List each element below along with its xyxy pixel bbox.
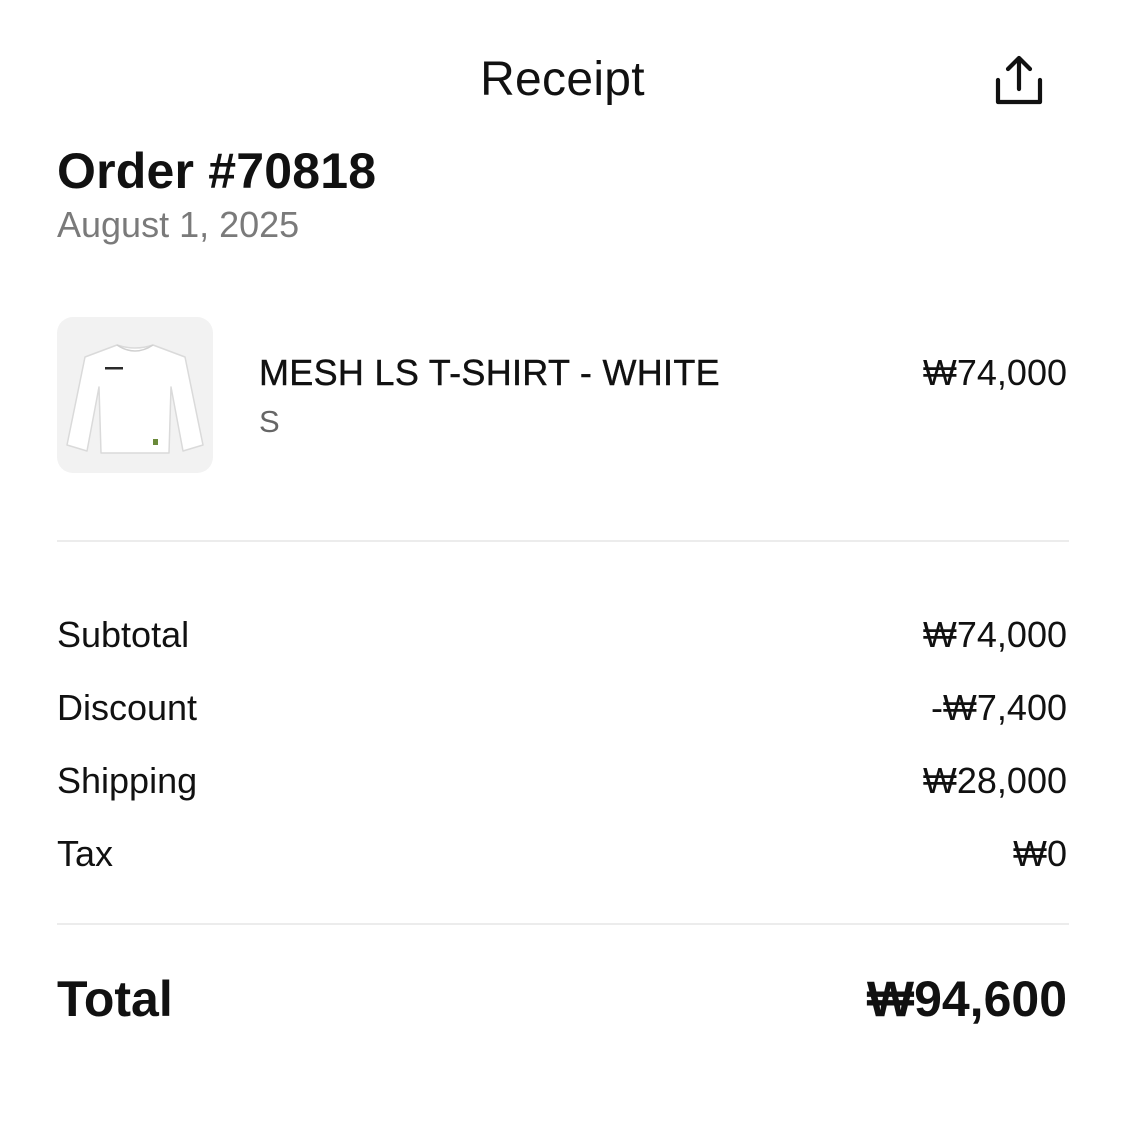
tax-label: Tax (57, 833, 114, 874)
product-thumbnail[interactable] (57, 317, 213, 473)
summary-row-shipping: Shipping ₩28,000 (57, 756, 1067, 806)
product-name: MESH LS T-SHIRT - WHITE (259, 352, 720, 393)
receipt-page: Receipt Order #70818 August 1, 2025 MESH… (0, 0, 1125, 1126)
order-date: August 1, 2025 (57, 204, 300, 245)
summary-row-subtotal: Subtotal ₩74,000 (57, 610, 1067, 660)
divider (57, 923, 1069, 925)
order-number: Order #70818 (57, 143, 377, 199)
subtotal-label: Subtotal (57, 614, 190, 655)
divider (57, 540, 1069, 542)
page-title: Receipt (480, 53, 645, 106)
share-icon (991, 53, 1047, 114)
shipping-value: ₩28,000 (922, 760, 1067, 801)
tshirt-image (66, 344, 204, 454)
total-row: Total ₩94,600 (57, 968, 1067, 1030)
total-value: ₩94,600 (866, 971, 1067, 1027)
share-button[interactable] (986, 50, 1052, 116)
discount-value: -₩7,400 (930, 687, 1067, 728)
subtotal-value: ₩74,000 (922, 614, 1067, 655)
summary-row-discount: Discount -₩7,400 (57, 683, 1067, 733)
shipping-label: Shipping (57, 760, 198, 801)
summary-row-tax: Tax ₩0 (57, 829, 1067, 879)
product-price: ₩74,000 (922, 352, 1067, 393)
tax-value: ₩0 (1013, 833, 1067, 874)
discount-label: Discount (57, 687, 198, 728)
product-variant: S (259, 404, 280, 439)
total-label: Total (57, 971, 173, 1027)
